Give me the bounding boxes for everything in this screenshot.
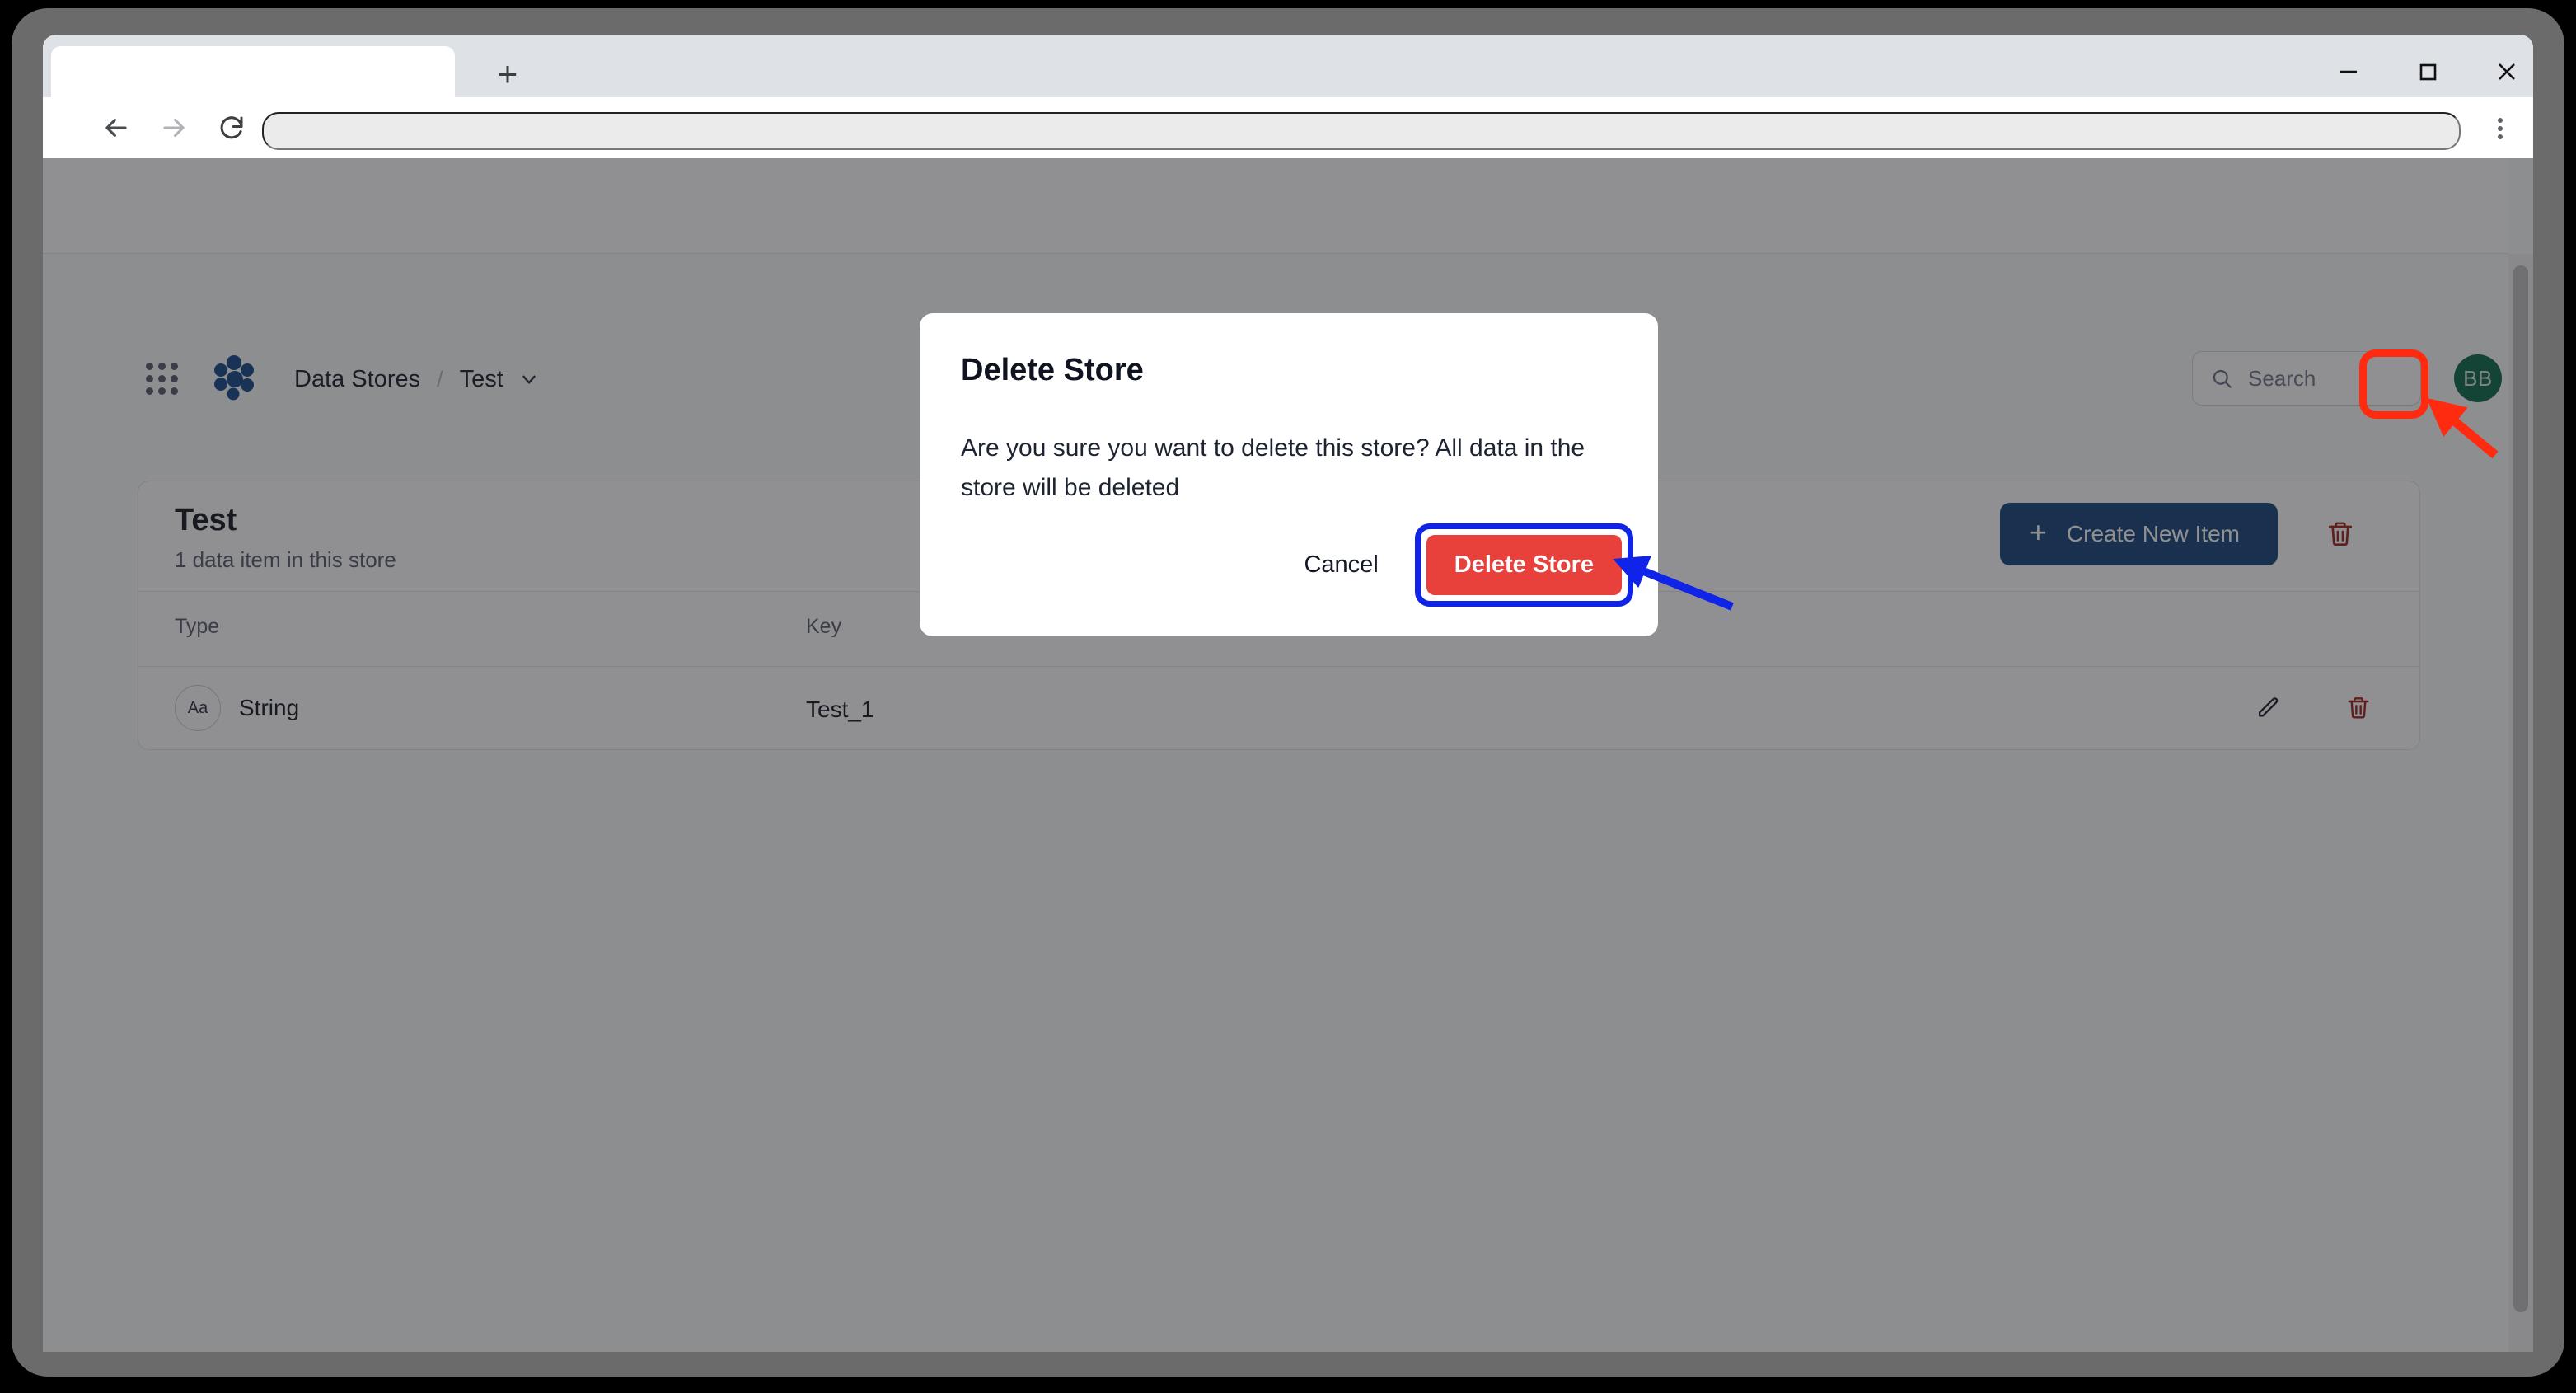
browser-window: +	[43, 35, 2533, 1352]
window-maximize-button[interactable]	[2390, 46, 2466, 97]
delete-store-dialog: Delete Store Are you sure you want to de…	[920, 313, 1658, 636]
browser-tab[interactable]	[51, 46, 455, 97]
browser-back-button[interactable]	[96, 107, 137, 148]
browser-forward-button[interactable]	[153, 107, 194, 148]
reload-icon	[217, 113, 246, 143]
close-icon	[2493, 58, 2521, 86]
browser-nav-bar	[43, 97, 2533, 158]
dialog-actions: Cancel Delete Store	[1282, 523, 1633, 607]
dialog-title: Delete Store	[961, 353, 1144, 388]
new-tab-button[interactable]: +	[488, 54, 527, 94]
dialog-message: Are you sure you want to delete this sto…	[961, 429, 1612, 508]
confirm-delete-store-button[interactable]: Delete Store	[1426, 535, 1622, 595]
browser-tab-title	[51, 46, 455, 76]
minimize-icon	[2335, 58, 2363, 86]
three-dots-vertical-icon	[2498, 118, 2503, 123]
address-bar[interactable]	[262, 112, 2461, 150]
arrow-right-icon	[158, 112, 190, 143]
arrow-left-icon	[101, 112, 132, 143]
cancel-button[interactable]: Cancel	[1282, 538, 1399, 592]
new-tab-plus-icon: +	[498, 57, 518, 91]
browser-reload-button[interactable]	[211, 107, 252, 148]
window-close-button[interactable]	[2469, 46, 2533, 97]
window-minimize-button[interactable]	[2311, 46, 2386, 97]
confirm-delete-focus-ring: Delete Store	[1415, 523, 1633, 607]
browser-tab-strip: +	[43, 35, 2533, 97]
maximize-icon	[2414, 58, 2442, 86]
page-viewport: Data Stores / Test BB Test	[43, 158, 2533, 1352]
browser-menu-button[interactable]	[2482, 110, 2518, 147]
